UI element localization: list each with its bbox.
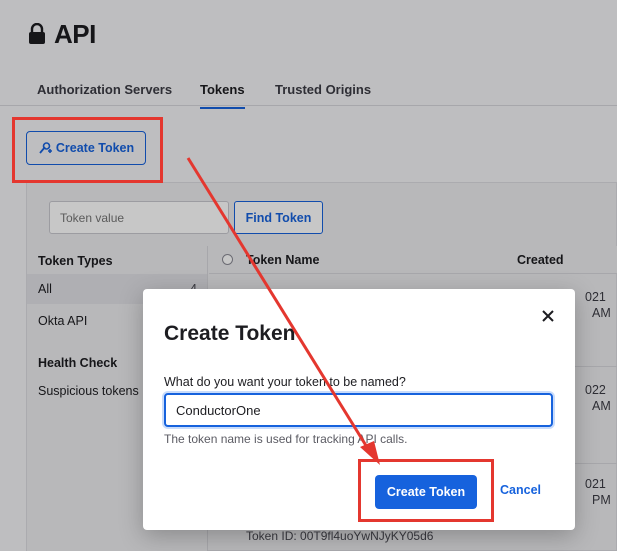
- token-name-label: What do you want your token to be named?: [164, 375, 406, 389]
- annotation-highlight-create-button: [12, 117, 163, 183]
- close-icon[interactable]: [541, 309, 555, 323]
- annotation-highlight-dialog-create: [358, 459, 494, 522]
- dialog-title: Create Token: [164, 322, 296, 345]
- token-name-input[interactable]: [164, 393, 553, 427]
- dialog-cancel-button[interactable]: Cancel: [500, 483, 541, 497]
- token-name-hint: The token name is used for tracking API …: [164, 432, 408, 446]
